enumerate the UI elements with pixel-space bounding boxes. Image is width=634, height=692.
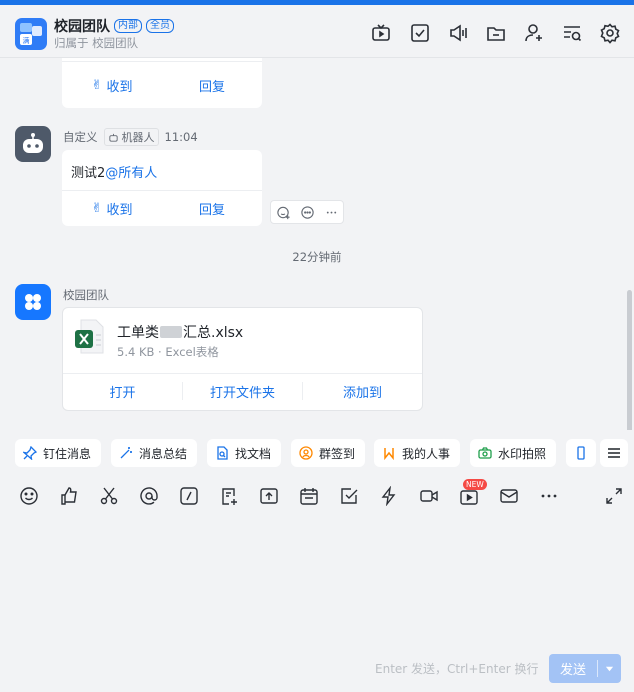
menu-icon	[608, 448, 620, 458]
doc-search-icon	[217, 446, 228, 460]
group-name[interactable]: 校园团队	[54, 16, 110, 36]
app-icon	[577, 446, 585, 460]
message-sender-row: 自定义 机器人 11:04	[63, 128, 198, 146]
watermark-photo-chip[interactable]: 水印拍照	[470, 439, 557, 467]
pin-icon	[23, 446, 37, 460]
file-card[interactable]: 工单类 汇总.xlsx 5.4 KB · Excel表格 打开 打开文件夹 添加…	[62, 307, 423, 411]
message-list[interactable]: ✌ 收到 回复 自定义 机器人 11:04 测试2@所有人 ✌ 收到 回复 22…	[0, 58, 634, 430]
sender-name[interactable]: 校园团队	[63, 287, 109, 303]
upload-file-icon[interactable]	[259, 486, 279, 506]
folder-icon[interactable]	[485, 22, 507, 44]
add-member-icon[interactable]	[523, 22, 545, 44]
settings-gear-icon[interactable]	[599, 22, 621, 44]
excel-file-icon	[75, 319, 105, 355]
send-label: 发送	[559, 663, 586, 678]
message-card-partial: ✌ 收到 回复	[62, 58, 262, 108]
mention-icon[interactable]	[139, 486, 159, 506]
group-checkin-chip[interactable]: 群签到	[291, 439, 366, 467]
app-avatar[interactable]	[15, 284, 51, 320]
more-tools-icon[interactable]	[539, 486, 559, 506]
more-icon[interactable]	[319, 201, 343, 223]
victory-hand-icon: ✌	[91, 77, 103, 93]
live-tv-icon[interactable]	[370, 22, 392, 44]
bot-avatar[interactable]	[15, 126, 51, 162]
open-file-button[interactable]: 打开	[63, 372, 182, 410]
lightning-icon[interactable]	[379, 485, 399, 507]
quick-action-bar: 钉住消息 消息总结 找文档 群签到 我的人事 水印拍照	[0, 436, 634, 470]
new-badge: NEW	[463, 479, 487, 490]
group-title: 校园团队 内部 全员	[54, 16, 174, 36]
file-actions: 打开 打开文件夹 添加到	[63, 372, 422, 410]
quick-chip-truncated[interactable]	[566, 439, 596, 467]
internal-badge: 内部	[114, 19, 142, 33]
video-call-icon[interactable]	[419, 486, 439, 506]
quickbar-menu-button[interactable]	[600, 439, 628, 467]
task-check-icon[interactable]	[339, 486, 359, 506]
victory-hand-icon: ✌	[91, 200, 103, 216]
find-doc-chip[interactable]: 找文档	[207, 439, 282, 467]
time-divider: 22分钟前	[292, 250, 342, 264]
file-name[interactable]: 工单类 汇总.xlsx	[117, 322, 243, 342]
mention-all[interactable]: @所有人	[105, 166, 157, 181]
message-card-bot[interactable]: 测试2@所有人 ✌ 收到 回复	[62, 150, 262, 226]
calendar-icon[interactable]	[299, 486, 319, 506]
open-folder-button[interactable]: 打开文件夹	[182, 382, 302, 401]
file-meta: 5.4 KB · Excel表格	[117, 345, 219, 359]
scissors-icon[interactable]	[99, 486, 119, 506]
svg-text:满: 满	[23, 36, 30, 45]
slash-command-icon[interactable]	[179, 486, 199, 506]
redacted-block	[160, 326, 182, 338]
reply-button[interactable]: 回复	[162, 62, 262, 108]
search-history-icon[interactable]	[561, 22, 583, 44]
add-reaction-icon[interactable]	[271, 201, 295, 223]
camera-icon	[478, 447, 492, 459]
magic-wand-icon	[120, 447, 132, 459]
thumbs-up-icon[interactable]	[59, 486, 79, 506]
comment-icon[interactable]	[295, 201, 319, 223]
reply-button[interactable]: 回复	[162, 190, 262, 226]
hr-icon	[384, 448, 394, 460]
received-button[interactable]: ✌ 收到	[62, 190, 162, 226]
group-avatar[interactable]: 满	[14, 17, 48, 51]
sender-name[interactable]: 自定义	[63, 129, 98, 145]
location-icon	[299, 446, 313, 460]
message-actions: ✌ 收到 回复	[62, 62, 262, 108]
message-hover-actions	[270, 200, 344, 224]
received-button[interactable]: ✌ 收到	[62, 62, 162, 108]
my-hr-chip[interactable]: 我的人事	[374, 439, 461, 467]
composer-toolbar	[0, 478, 634, 514]
composer-hint: Enter 发送，Ctrl+Enter 换行	[375, 662, 539, 676]
add-to-button[interactable]: 添加到	[302, 382, 422, 401]
scrollbar-thumb[interactable]	[627, 290, 632, 430]
group-subtitle: 归属于 校园团队	[54, 36, 139, 50]
message-summary-chip[interactable]: 消息总结	[111, 439, 198, 467]
new-doc-icon[interactable]	[219, 486, 239, 506]
message-actions: ✌ 收到 回复	[62, 190, 262, 226]
mail-icon[interactable]	[499, 486, 519, 506]
expand-editor-icon[interactable]	[604, 486, 624, 506]
announcement-icon[interactable]	[447, 22, 469, 44]
send-options-icon[interactable]	[598, 664, 621, 673]
robot-icon	[108, 133, 118, 142]
message-text: 测试2@所有人	[71, 166, 158, 181]
message-time: 11:04	[164, 130, 198, 144]
robot-tag: 机器人	[103, 128, 159, 146]
emoji-icon[interactable]	[19, 486, 39, 506]
send-button[interactable]: 发送	[549, 654, 621, 683]
pin-message-chip[interactable]: 钉住消息	[15, 439, 102, 467]
chat-header: 满 校园团队 内部 全员 归属于 校园团队	[0, 5, 634, 58]
message-sender-row: 校园团队	[63, 287, 109, 303]
all-members-badge: 全员	[146, 19, 174, 33]
todo-check-icon[interactable]	[409, 22, 431, 44]
